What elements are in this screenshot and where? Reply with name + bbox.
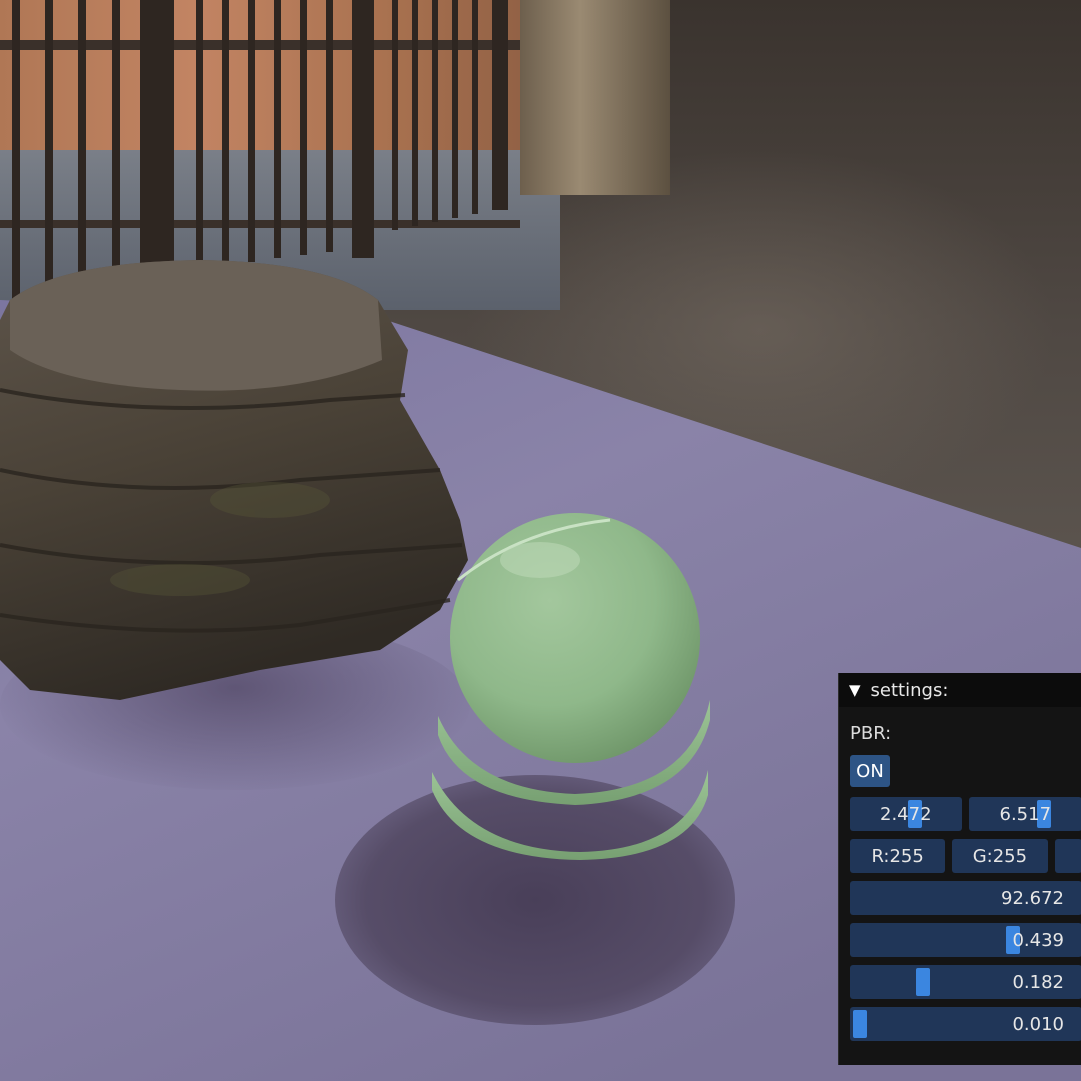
slider-1-value: 92.672: [1001, 887, 1064, 909]
drag-float-1[interactable]: 2.472: [850, 797, 962, 831]
slider-3-value: 0.182: [1012, 971, 1064, 993]
slider-4[interactable]: 0.010: [850, 1007, 1081, 1041]
slider-row-4: 0.010: [850, 1007, 1081, 1041]
pbr-toggle-button[interactable]: ON: [850, 755, 890, 787]
slider-1[interactable]: 92.672: [850, 881, 1081, 915]
color-g-field[interactable]: G:255: [952, 839, 1048, 873]
settings-panel[interactable]: ▼ settings: PBR: ON 2.472 6.517 R:255 G:…: [838, 673, 1081, 1065]
drag-float-1-value: 2.472: [880, 803, 932, 825]
triangle-down-icon[interactable]: ▼: [849, 681, 861, 699]
slider-3-grab[interactable]: [916, 968, 930, 996]
slider-row-2: 0.439: [850, 923, 1081, 957]
slider-3[interactable]: 0.182: [850, 965, 1081, 999]
drag-float-row: 2.472 6.517: [850, 797, 1081, 831]
color-b-field[interactable]: [1054, 839, 1081, 873]
color-row: R:255 G:255: [850, 839, 1081, 873]
slider-row-3: 0.182: [850, 965, 1081, 999]
slider-4-value: 0.010: [1012, 1013, 1064, 1035]
slider-row-1: 92.672: [850, 881, 1081, 915]
color-r-value: R:255: [871, 845, 924, 867]
settings-panel-header[interactable]: ▼ settings:: [839, 673, 1081, 707]
slider-2[interactable]: 0.439: [850, 923, 1081, 957]
slider-2-value: 0.439: [1012, 929, 1064, 951]
settings-title: settings:: [870, 679, 949, 701]
drag-float-2[interactable]: 6.517: [968, 797, 1081, 831]
color-g-value: G:255: [972, 845, 1028, 867]
drag-float-2-value: 6.517: [999, 803, 1052, 825]
pbr-label: PBR:: [850, 723, 892, 744]
color-r-field[interactable]: R:255: [850, 839, 946, 873]
settings-panel-body: PBR: ON 2.472 6.517 R:255 G:255 92.672 0…: [839, 723, 1081, 1041]
slider-4-grab[interactable]: [853, 1010, 867, 1038]
